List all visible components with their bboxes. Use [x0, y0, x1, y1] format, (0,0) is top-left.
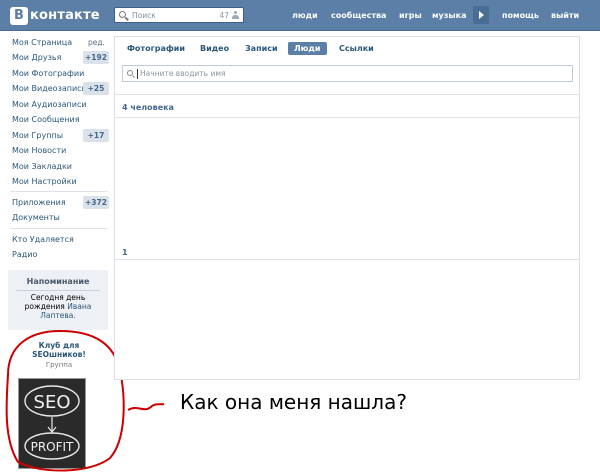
annotation-text: Как она меня нашла? — [180, 390, 407, 414]
text-caret — [137, 69, 138, 79]
divider — [115, 94, 579, 95]
pager-page-1[interactable]: 1 — [122, 248, 128, 257]
search-icon — [127, 70, 133, 76]
people-search-placeholder: Начните вводить имя — [140, 69, 226, 78]
divider — [115, 259, 579, 260]
tab-photos[interactable]: Фотографии — [127, 44, 185, 53]
people-search-input[interactable]: Начните вводить имя — [122, 65, 573, 82]
tab-posts[interactable]: Записи — [245, 44, 278, 53]
search-tabs: Фотографии Видео Записи Люди Ссылки — [115, 37, 579, 61]
main-panel: Фотографии Видео Записи Люди Ссылки Начн… — [114, 36, 580, 380]
divider — [115, 117, 579, 118]
tab-people[interactable]: Люди — [288, 42, 327, 55]
people-count: 4 человека — [122, 103, 174, 112]
tab-links[interactable]: Ссылки — [339, 44, 374, 53]
tab-videos[interactable]: Видео — [200, 44, 229, 53]
